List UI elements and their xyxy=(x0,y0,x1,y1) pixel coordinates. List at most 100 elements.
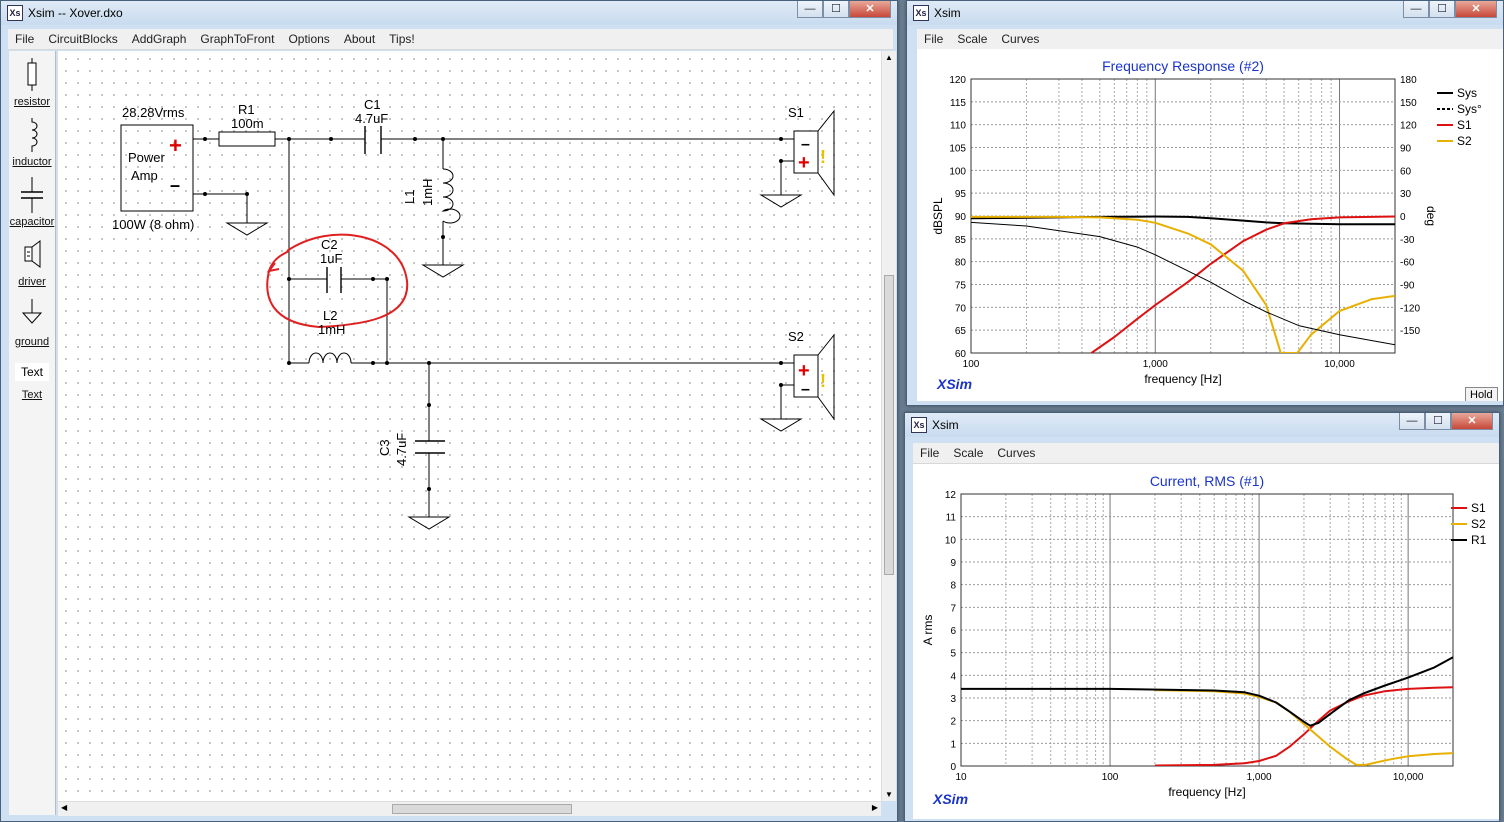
maximize-button[interactable]: ☐ xyxy=(1425,413,1451,430)
s2-name: S2 xyxy=(788,329,804,344)
y-tick-label: 120 xyxy=(949,75,966,86)
y2-tick-label: 90 xyxy=(1400,144,1412,155)
close-button[interactable]: ✕ xyxy=(849,1,891,18)
x-tick-label: 100 xyxy=(963,359,980,370)
current-window-title: Xsim xyxy=(932,418,959,432)
menu-scale[interactable]: Scale xyxy=(950,32,994,46)
tool-capacitor[interactable]: capacitor xyxy=(9,177,55,228)
inductor-icon xyxy=(31,118,38,152)
y-tick-label: 80 xyxy=(955,258,967,269)
xsim-watermark: XSim xyxy=(936,376,972,392)
tool-inductor[interactable]: inductor xyxy=(9,117,55,168)
x-tick-label: 1,000 xyxy=(1143,359,1168,370)
x-tick-label: 1,000 xyxy=(1247,772,1272,783)
y-tick-label: 110 xyxy=(950,121,966,132)
y-tick-label: 115 xyxy=(950,98,966,109)
amp-label-line2: Amp xyxy=(131,168,158,183)
x-tick-label: 100 xyxy=(1102,772,1119,783)
x-axis-label: frequency [Hz] xyxy=(1144,372,1221,386)
menu-tips[interactable]: Tips! xyxy=(382,32,422,46)
menu-scale[interactable]: Scale xyxy=(946,446,990,460)
maximize-button[interactable]: ☐ xyxy=(1429,1,1455,18)
chart-title: Frequency Response (#2) xyxy=(1102,58,1264,74)
l1-ground-symbol xyxy=(421,264,465,278)
current-titlebar[interactable]: Xs Xsim — ☐ ✕ xyxy=(905,413,1499,437)
minimize-button[interactable]: — xyxy=(1399,413,1425,430)
vertical-scroll-thumb[interactable] xyxy=(884,275,894,575)
tool-text[interactable]: Text Text xyxy=(9,363,55,401)
scroll-down-arrow[interactable]: ▼ xyxy=(885,790,893,799)
minimize-button[interactable]: — xyxy=(1403,1,1429,18)
y-tick-label: 9 xyxy=(950,558,956,569)
r1-value: 100m xyxy=(231,116,264,131)
menu-addgraph[interactable]: AddGraph xyxy=(125,32,194,46)
main-window: Xs Xsim -- Xover.dxo — ☐ ✕ File CircuitB… xyxy=(0,0,898,822)
scroll-right-arrow[interactable]: ▶ xyxy=(872,803,878,812)
main-menubar: File CircuitBlocks AddGraph GraphToFront… xyxy=(8,29,893,50)
circuit-toolbox: resistor inductor capacitor driver groun… xyxy=(9,51,56,815)
tool-ground[interactable]: ground xyxy=(9,297,55,348)
l1-name: L1 xyxy=(402,190,417,204)
legend-label: Sys° xyxy=(1457,102,1482,116)
amp-rating-label: 100W (8 ohm) xyxy=(112,217,194,232)
c1-value: 4.7uF xyxy=(355,111,388,126)
scroll-up-arrow[interactable]: ▲ xyxy=(885,53,893,62)
x-tick-label: 10 xyxy=(955,772,967,783)
svg-text:!: ! xyxy=(820,371,826,391)
svg-text:+: + xyxy=(798,152,810,174)
menu-graphtofront[interactable]: GraphToFront xyxy=(193,32,281,46)
svg-text:–: – xyxy=(801,136,810,153)
menu-file[interactable]: File xyxy=(917,32,950,46)
menu-options[interactable]: Options xyxy=(281,32,336,46)
y2-tick-label: 30 xyxy=(1400,189,1412,200)
c3-name: C3 xyxy=(377,439,392,456)
y-tick-label: 105 xyxy=(949,144,966,155)
schematic-canvas[interactable]: – + ! + – ! + – 28.28Vrms Power Amp 100W… xyxy=(58,51,881,801)
tool-driver[interactable]: driver xyxy=(9,237,55,288)
y2-tick-label: -30 xyxy=(1400,235,1415,246)
y2-tick-label: 150 xyxy=(1400,98,1417,109)
xsim-app-icon: Xs xyxy=(7,5,23,21)
svg-text:–: – xyxy=(801,381,810,398)
y2-tick-label: -60 xyxy=(1400,258,1415,269)
scroll-left-arrow[interactable]: ◀ xyxy=(61,803,67,812)
capacitor-icon xyxy=(21,177,43,213)
c3-ground-symbol xyxy=(407,516,451,530)
freq-titlebar[interactable]: Xs Xsim — ☐ ✕ xyxy=(907,1,1503,25)
horizontal-scroll-thumb[interactable] xyxy=(392,804,572,814)
r1-name: R1 xyxy=(238,102,255,117)
y-tick-label: 75 xyxy=(955,281,967,292)
menu-about[interactable]: About xyxy=(337,32,382,46)
menu-circuitblocks[interactable]: CircuitBlocks xyxy=(41,32,124,46)
tool-resistor[interactable]: resistor xyxy=(9,57,55,108)
y-tick-label: 90 xyxy=(955,212,967,223)
main-window-title: Xsim -- Xover.dxo xyxy=(28,6,123,20)
main-titlebar[interactable]: Xs Xsim -- Xover.dxo — ☐ ✕ xyxy=(1,1,897,25)
y-tick-label: 6 xyxy=(950,626,956,637)
y2-tick-label: -150 xyxy=(1400,326,1420,337)
tool-capacitor-label: capacitor xyxy=(9,216,55,228)
menu-curves[interactable]: Curves xyxy=(994,32,1046,46)
minimize-button[interactable]: — xyxy=(797,1,823,18)
svg-text:–: – xyxy=(170,175,180,195)
close-button[interactable]: ✕ xyxy=(1455,1,1497,18)
s2-ground-symbol xyxy=(759,418,803,432)
menu-curves[interactable]: Curves xyxy=(990,446,1042,460)
y-tick-label: 10 xyxy=(945,535,957,546)
x-tick-label: 10,000 xyxy=(1324,359,1355,370)
hold-button[interactable]: Hold xyxy=(1465,387,1498,401)
y-tick-label: 4 xyxy=(950,671,956,682)
legend-label: S1 xyxy=(1457,118,1472,132)
chart-title: Current, RMS (#1) xyxy=(1150,473,1264,489)
canvas-horizontal-scrollbar[interactable]: ◀ ▶ xyxy=(58,801,881,816)
canvas-vertical-scrollbar[interactable]: ▲ ▼ xyxy=(881,51,896,801)
y-tick-label: 65 xyxy=(955,326,967,337)
menu-file[interactable]: File xyxy=(913,446,946,460)
close-button[interactable]: ✕ xyxy=(1451,413,1493,430)
tool-inductor-label: inductor xyxy=(12,156,52,168)
c3-value: 4.7uF xyxy=(394,433,409,466)
grid-lines xyxy=(960,493,1454,767)
maximize-button[interactable]: ☐ xyxy=(823,1,849,18)
menu-file[interactable]: File xyxy=(8,32,41,46)
y2-tick-label: 60 xyxy=(1400,166,1412,177)
